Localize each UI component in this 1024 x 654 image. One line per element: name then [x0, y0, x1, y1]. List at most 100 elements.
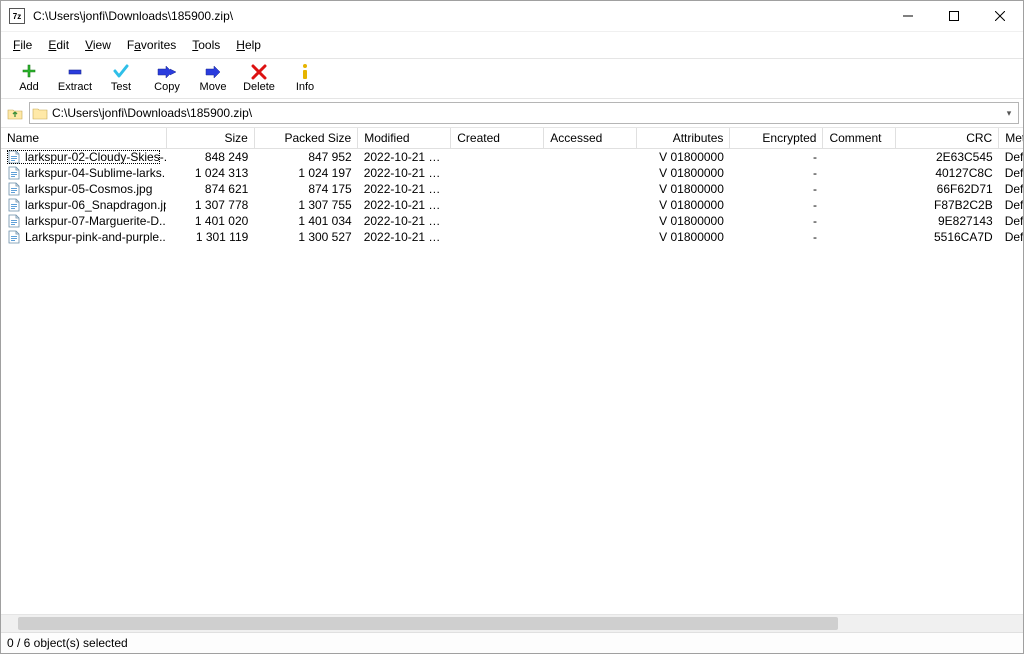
horizontal-scrollbar[interactable] — [1, 614, 1023, 632]
menu-view[interactable]: View — [77, 36, 119, 54]
cell-created — [451, 213, 544, 229]
app-icon: 7z — [9, 8, 25, 24]
toolbar-add[interactable]: Add — [7, 62, 51, 94]
toolbar-move-label: Move — [200, 81, 227, 93]
menu-tools[interactable]: Tools — [184, 36, 228, 54]
cell-method: Deflate — [999, 149, 1023, 166]
col-packed[interactable]: Packed Size — [254, 128, 357, 149]
file-name: larkspur-04-Sublime-larks... — [25, 166, 166, 180]
cell-encrypted: - — [730, 165, 823, 181]
col-attributes[interactable]: Attributes — [637, 128, 730, 149]
table-row[interactable]: larkspur-02-Cloudy-Skies-...848 249847 9… — [1, 149, 1023, 166]
toolbar-extract[interactable]: Extract — [53, 62, 97, 94]
menu-favorites[interactable]: Favorites — [119, 36, 184, 54]
cell-method: Deflate — [999, 181, 1023, 197]
cell-attributes: V 01800000 — [637, 197, 730, 213]
table-row[interactable]: larkspur-04-Sublime-larks...1 024 3131 0… — [1, 165, 1023, 181]
check-icon — [112, 63, 130, 81]
col-encrypted[interactable]: Encrypted — [730, 128, 823, 149]
delete-x-icon — [250, 63, 268, 81]
cell-encrypted: - — [730, 197, 823, 213]
table-row[interactable]: larkspur-07-Marguerite-D...1 401 0201 40… — [1, 213, 1023, 229]
cell-modified: 2022-10-21 16:48 — [358, 197, 451, 213]
toolbar-info-label: Info — [296, 81, 314, 93]
cell-crc: 5516CA7D — [895, 229, 998, 245]
col-created[interactable]: Created — [451, 128, 544, 149]
col-method[interactable]: Method — [999, 128, 1023, 149]
cell-packed: 874 175 — [254, 181, 357, 197]
cell-modified: 2022-10-21 16:48 — [358, 149, 451, 166]
cell-accessed — [544, 165, 637, 181]
table-row[interactable]: larkspur-05-Cosmos.jpg 874 621874 1752022… — [1, 181, 1023, 197]
menu-help[interactable]: Help — [228, 36, 269, 54]
title-bar: 7z C:\Users\jonfi\Downloads\185900.zip\ — [1, 1, 1023, 32]
toolbar-extract-label: Extract — [58, 81, 92, 93]
col-accessed[interactable]: Accessed — [544, 128, 637, 149]
scrollbar-thumb[interactable] — [18, 617, 838, 630]
col-comment[interactable]: Comment — [823, 128, 895, 149]
cell-modified: 2022-10-21 16:48 — [358, 213, 451, 229]
cell-method: Deflate — [999, 165, 1023, 181]
cell-created — [451, 229, 544, 245]
cell-modified: 2022-10-21 16:48 — [358, 181, 451, 197]
toolbar-add-label: Add — [19, 81, 39, 93]
cell-accessed — [544, 181, 637, 197]
file-name: larkspur-06_Snapdragon.jpg — [25, 198, 166, 212]
minus-icon — [66, 63, 84, 81]
address-dropdown-icon[interactable]: ▾ — [1002, 108, 1016, 119]
file-name: Larkspur-pink-and-purple... — [25, 230, 166, 244]
file-icon — [7, 198, 21, 212]
col-name[interactable]: Name — [1, 128, 166, 149]
cell-size: 874 621 — [166, 181, 254, 197]
toolbar-test[interactable]: Test — [99, 62, 143, 94]
file-icon — [7, 182, 21, 196]
toolbar-move[interactable]: Move — [191, 62, 235, 94]
file-list-area: Name Size Packed Size Modified Created A… — [1, 128, 1023, 632]
cell-comment — [823, 213, 895, 229]
plus-icon — [20, 63, 38, 81]
address-box[interactable]: C:\Users\jonfi\Downloads\185900.zip\ ▾ — [29, 102, 1019, 124]
cell-comment — [823, 229, 895, 245]
menu-edit[interactable]: Edit — [40, 36, 77, 54]
toolbar-info[interactable]: Info — [283, 62, 327, 94]
up-button[interactable] — [5, 103, 25, 123]
cell-method: Deflate — [999, 229, 1023, 245]
cell-modified: 2022-10-21 16:49 — [358, 229, 451, 245]
cell-attributes: V 01800000 — [637, 149, 730, 166]
file-name: larkspur-05-Cosmos.jpg — [25, 182, 152, 196]
cell-crc: 2E63C545 — [895, 149, 998, 166]
maximize-button[interactable] — [931, 1, 977, 31]
cell-accessed — [544, 213, 637, 229]
file-icon — [7, 214, 21, 228]
close-button[interactable] — [977, 1, 1023, 31]
cell-encrypted: - — [730, 181, 823, 197]
address-text: C:\Users\jonfi\Downloads\185900.zip\ — [52, 106, 998, 120]
status-text: 0 / 6 object(s) selected — [7, 636, 128, 650]
cell-accessed — [544, 197, 637, 213]
up-folder-icon — [7, 105, 23, 121]
table-row[interactable]: Larkspur-pink-and-purple...1 301 1191 30… — [1, 229, 1023, 245]
toolbar-delete[interactable]: Delete — [237, 62, 281, 94]
cell-comment — [823, 149, 895, 166]
file-list-table: Name Size Packed Size Modified Created A… — [1, 128, 1023, 245]
cell-crc: 40127C8C — [895, 165, 998, 181]
copy-arrow-icon — [156, 63, 178, 81]
file-name: larkspur-07-Marguerite-D... — [25, 214, 166, 228]
cell-packed: 1 300 527 — [254, 229, 357, 245]
cell-packed: 1 307 755 — [254, 197, 357, 213]
cell-size: 1 024 313 — [166, 165, 254, 181]
cell-encrypted: - — [730, 213, 823, 229]
minimize-button[interactable] — [885, 1, 931, 31]
cell-attributes: V 01800000 — [637, 165, 730, 181]
cell-packed: 1 024 197 — [254, 165, 357, 181]
cell-encrypted: - — [730, 149, 823, 166]
menu-file[interactable]: File — [5, 36, 40, 54]
toolbar-copy[interactable]: Copy — [145, 62, 189, 94]
cell-size: 1 307 778 — [166, 197, 254, 213]
table-row[interactable]: larkspur-06_Snapdragon.jpg1 307 7781 307… — [1, 197, 1023, 213]
col-size[interactable]: Size — [166, 128, 254, 149]
toolbar-copy-label: Copy — [154, 81, 180, 93]
col-crc[interactable]: CRC — [895, 128, 998, 149]
col-modified[interactable]: Modified — [358, 128, 451, 149]
cell-packed: 1 401 034 — [254, 213, 357, 229]
